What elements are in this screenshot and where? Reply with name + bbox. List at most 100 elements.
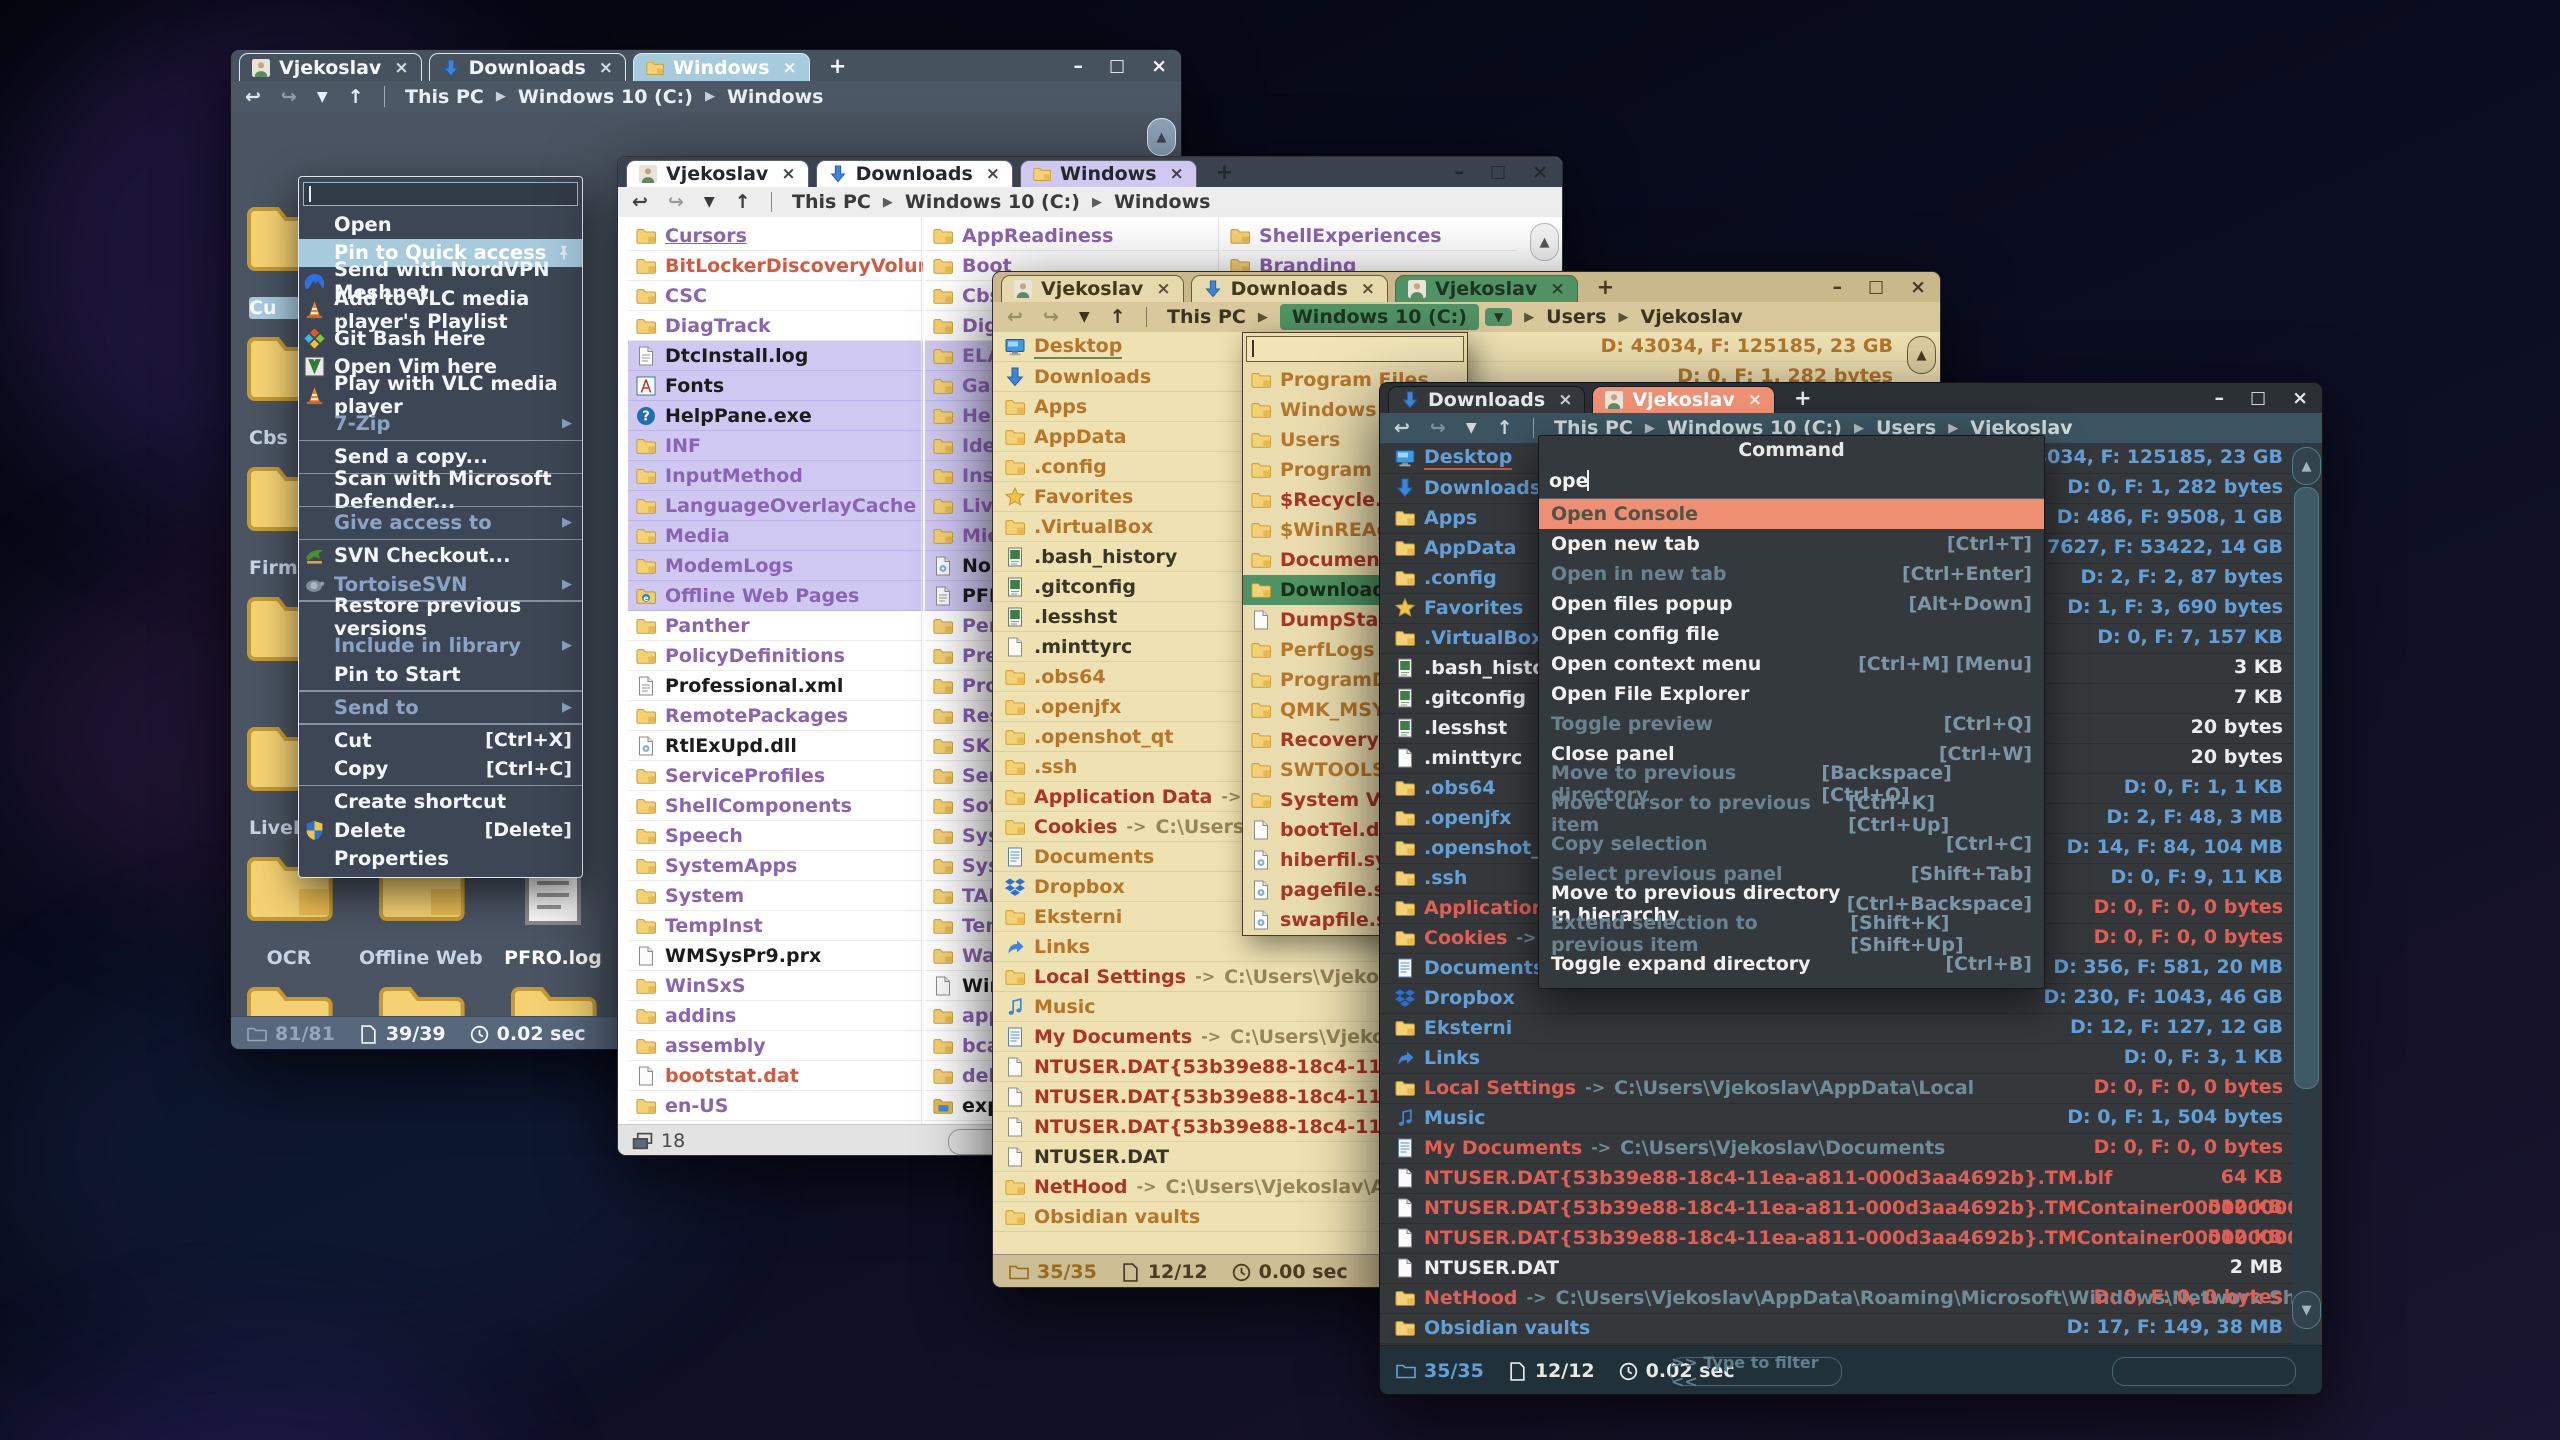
tab-close-icon[interactable]: × xyxy=(1170,164,1184,184)
status-progress-box[interactable] xyxy=(2112,1357,2296,1386)
palette-item-open-new-tab[interactable]: Open new tab[Ctrl+T] xyxy=(1539,529,2044,559)
breadcrumb-item[interactable]: This PC xyxy=(405,86,484,108)
file-row[interactable]: addins xyxy=(628,1001,923,1031)
scroll-up-button[interactable]: ▲ xyxy=(2292,447,2321,485)
new-tab-button[interactable]: + xyxy=(1782,386,1824,410)
tab-windows[interactable]: Windows× xyxy=(633,53,810,81)
status-filter-box[interactable]: >> Type to filter << xyxy=(1670,1357,1842,1386)
breadcrumb-item[interactable]: This PC xyxy=(1167,306,1246,328)
breadcrumb-item[interactable]: This PC xyxy=(792,191,871,213)
menu-item-pin-to-start[interactable]: Pin to Start xyxy=(299,660,582,689)
tab-close-icon[interactable]: × xyxy=(781,164,795,184)
forward-icon[interactable]: ↪ xyxy=(281,86,297,108)
forward-icon[interactable]: ↪ xyxy=(1043,306,1059,328)
menu-item-play-with-vlc-media-player[interactable]: Play with VLC media player xyxy=(299,381,582,410)
tab-close-icon[interactable]: × xyxy=(599,58,613,78)
grid-item-label[interactable]: LiveKer xyxy=(249,817,303,839)
back-icon[interactable]: ↩ xyxy=(1007,306,1023,328)
history-dropdown-icon[interactable]: ▼ xyxy=(1079,309,1090,325)
file-row[interactable]: ShellExperiences xyxy=(1222,221,1517,251)
file-row[interactable]: RemotePackages xyxy=(628,701,923,731)
file-row[interactable]: ?HelpPane.exe xyxy=(628,401,923,431)
tab-windows[interactable]: Windows× xyxy=(1020,160,1197,187)
file-row[interactable]: ServiceProfiles xyxy=(628,761,923,791)
menu-item-copy[interactable]: Copy[Ctrl+C] xyxy=(299,755,582,784)
palette-item-extend-selection-to-previous-item[interactable]: Extend selection to previous item[Shift+… xyxy=(1539,919,2044,949)
palette-item-copy-selection[interactable]: Copy selection[Ctrl+C] xyxy=(1539,829,2044,859)
file-row[interactable]: System xyxy=(628,881,923,911)
minimize-button[interactable]: – xyxy=(1074,55,1084,77)
tab-close-icon[interactable]: × xyxy=(394,58,408,78)
maximize-button[interactable]: □ xyxy=(2250,388,2266,408)
history-dropdown-icon[interactable]: ▼ xyxy=(1466,420,1477,436)
scroll-up-button[interactable]: ▲ xyxy=(1147,118,1176,156)
file-row[interactable]: eOffline Web Pages xyxy=(628,581,923,611)
tab-close-icon[interactable]: × xyxy=(1156,279,1170,299)
tab-close-icon[interactable]: × xyxy=(783,58,797,78)
file-row[interactable]: Media xyxy=(628,521,923,551)
file-row[interactable]: BitLockerDiscoveryVolumeContents xyxy=(628,251,923,281)
back-icon[interactable]: ↩ xyxy=(1394,417,1410,439)
tab-vjekoslav[interactable]: Vjekoslav× xyxy=(1001,275,1184,302)
menu-item-properties[interactable]: Properties xyxy=(299,845,582,874)
palette-item-open-config-file[interactable]: Open config file xyxy=(1539,619,2044,649)
breadcrumb-item[interactable]: Windows 10 (C:) xyxy=(518,86,693,108)
history-dropdown-icon[interactable]: ▼ xyxy=(704,194,715,210)
breadcrumb-item[interactable]: Windows 10 (C:) xyxy=(905,191,1080,213)
palette-item-open-in-new-tab[interactable]: Open in new tab[Ctrl+Enter] xyxy=(1539,559,2044,589)
tab-close-icon[interactable]: × xyxy=(1361,279,1375,299)
menu-item-send-to[interactable]: Send to▶ xyxy=(299,693,582,722)
forward-icon[interactable]: ↪ xyxy=(668,191,684,213)
file-row[interactable]: DiagTrack xyxy=(628,311,923,341)
maximize-button[interactable]: □ xyxy=(1109,56,1125,76)
menu-item-cut[interactable]: Cut[Ctrl+X] xyxy=(299,726,582,755)
palette-item-toggle-expand-directory[interactable]: Toggle expand directory[Ctrl+B] xyxy=(1539,949,2044,979)
tab-close-icon[interactable]: × xyxy=(986,164,1000,184)
file-row[interactable]: SystemApps xyxy=(628,851,923,881)
command-palette[interactable]: CommandopeOpen ConsoleOpen new tab[Ctrl+… xyxy=(1538,435,2045,989)
file-row[interactable]: ShellComponents xyxy=(628,791,923,821)
palette-input[interactable]: ope xyxy=(1539,464,2044,499)
history-dropdown-icon[interactable]: ▼ xyxy=(317,89,328,105)
new-tab-button[interactable]: + xyxy=(817,54,859,78)
back-icon[interactable]: ↩ xyxy=(632,191,648,213)
menu-filter-input[interactable] xyxy=(303,182,578,206)
file-row[interactable]: InputMethod xyxy=(628,461,923,491)
file-row[interactable]: INF xyxy=(628,431,923,461)
close-button[interactable]: × xyxy=(1532,161,1548,183)
up-icon[interactable]: ↑ xyxy=(348,86,364,108)
tab-vjekoslav[interactable]: Vjekoslav× xyxy=(1395,275,1578,302)
grid-item-label[interactable]: Cbs xyxy=(249,427,303,449)
menu-item-give-access-to[interactable]: Give access to▶ xyxy=(299,509,582,538)
file-row[interactable]: bootstat.dat xyxy=(628,1061,923,1091)
file-row[interactable]: TempInst xyxy=(628,911,923,941)
palette-item-toggle-preview[interactable]: Toggle preview[Ctrl+Q] xyxy=(1539,709,2044,739)
up-icon[interactable]: ↑ xyxy=(735,191,751,213)
grid-item-label[interactable]: PFRO.log xyxy=(491,947,615,969)
menu-item-create-shortcut[interactable]: Create shortcut xyxy=(299,788,582,817)
breadcrumb-drive-pill[interactable]: Windows 10 (C:) xyxy=(1280,304,1479,330)
menu-item-add-to-vlc-media-player-s-playlist[interactable]: Add to VLC media player's Playlist xyxy=(299,296,582,325)
file-row[interactable]: RtlExUpd.dll xyxy=(628,731,923,761)
forward-icon[interactable]: ↪ xyxy=(1430,417,1446,439)
file-row[interactable]: Cursors xyxy=(628,221,923,251)
file-row[interactable]: Fonts xyxy=(628,371,923,401)
close-button[interactable]: × xyxy=(2292,387,2308,409)
close-button[interactable]: × xyxy=(1910,276,1926,298)
maximize-button[interactable]: □ xyxy=(1868,277,1884,297)
file-row[interactable]: Speech xyxy=(628,821,923,851)
tab-downloads[interactable]: Downloads× xyxy=(1388,386,1585,413)
menu-item-restore-previous-versions[interactable]: Restore previous versions xyxy=(299,603,582,632)
menu-item-svn-checkout-[interactable]: SVN Checkout... xyxy=(299,542,582,571)
tab-close-icon[interactable]: × xyxy=(1748,390,1762,410)
tab-downloads[interactable]: Downloads× xyxy=(429,53,626,81)
maximize-button[interactable]: □ xyxy=(1490,162,1506,182)
grid-item-label[interactable]: Cu xyxy=(249,297,303,319)
menu-item-git-bash-here[interactable]: Git Bash Here xyxy=(299,324,582,353)
breadcrumb-item[interactable]: Windows xyxy=(727,86,824,108)
tab-downloads[interactable]: Downloads× xyxy=(1191,275,1388,302)
file-row[interactable]: WMSysPr9.prx xyxy=(628,941,923,971)
file-row[interactable]: AppReadiness xyxy=(925,221,1220,251)
tab-close-icon[interactable]: × xyxy=(1550,279,1564,299)
breadcrumb-item[interactable]: Users xyxy=(1546,306,1606,328)
